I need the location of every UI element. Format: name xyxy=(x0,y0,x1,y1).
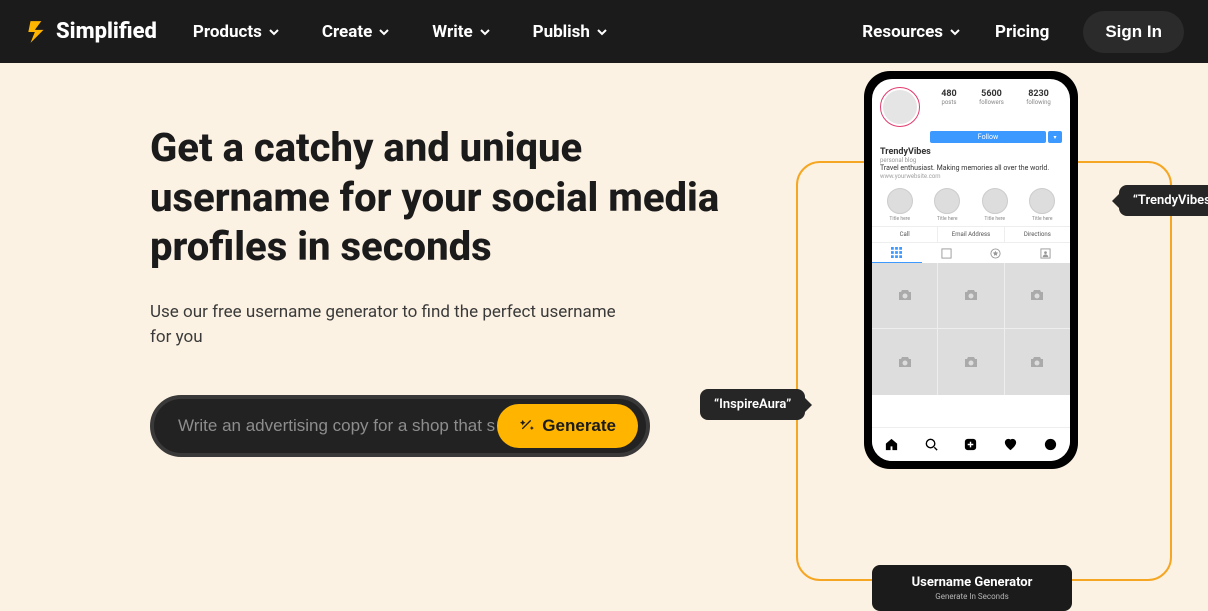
chevron-down-icon xyxy=(596,26,608,38)
phone-illustration: 480posts 5600followers 8230following Fol… xyxy=(772,101,1172,581)
chevron-down-icon xyxy=(949,26,961,38)
page-title: Get a catchy and unique username for you… xyxy=(150,123,720,272)
logo-text: Simplified xyxy=(56,19,157,44)
tagged-tab xyxy=(1021,243,1071,263)
nav-label: Write xyxy=(432,22,472,42)
profile-bio: Travel enthusiast. Making memories all o… xyxy=(872,164,1070,173)
stat-label: posts xyxy=(941,99,957,106)
nav-products[interactable]: Products xyxy=(193,22,280,42)
stat-num: 480 xyxy=(941,89,957,99)
nav-label: Products xyxy=(193,22,262,42)
logo-icon xyxy=(24,19,50,45)
generate-button[interactable]: Generate xyxy=(497,404,638,448)
grid-tab xyxy=(872,243,922,263)
logo[interactable]: Simplified xyxy=(24,19,157,45)
grid-icon xyxy=(891,247,902,258)
search-icon xyxy=(924,437,939,452)
camera-icon xyxy=(897,356,913,369)
star-icon xyxy=(990,248,1001,259)
nav-primary: Products Create Write Publish xyxy=(193,22,608,42)
stat-label: followers xyxy=(979,99,1004,106)
profile-category: personal blog xyxy=(872,157,1070,164)
stat-num: 5600 xyxy=(979,89,1004,99)
star-tab xyxy=(971,243,1021,263)
nav-write[interactable]: Write xyxy=(432,22,490,42)
generate-button-label: Generate xyxy=(542,416,616,436)
hero: Get a catchy and unique username for you… xyxy=(0,63,1208,457)
chevron-down-icon xyxy=(378,26,390,38)
generator-card: Username Generator Generate In Seconds xyxy=(872,565,1072,611)
camera-icon xyxy=(897,289,913,302)
highlight-label: Title here xyxy=(982,216,1008,222)
story-highlights: Title here Title here Title here Title h… xyxy=(872,184,1070,227)
navbar: Simplified Products Create Write Publish… xyxy=(0,0,1208,63)
nav-label: Publish xyxy=(533,22,590,42)
profile-icon xyxy=(1043,437,1058,452)
contact-email: Email Address xyxy=(938,227,1004,242)
stat-label: following xyxy=(1026,99,1051,106)
photo-grid xyxy=(872,263,1070,395)
tooltip-inspireaura: “InspireAura” xyxy=(700,389,805,420)
chevron-down-icon xyxy=(268,26,280,38)
profile-name: TrendyVibes xyxy=(872,147,1070,157)
generator-card-sub: Generate In Seconds xyxy=(872,592,1072,601)
nav-create[interactable]: Create xyxy=(322,22,390,42)
profile-stats: 480posts 5600followers 8230following xyxy=(930,87,1062,127)
nav-label: Resources xyxy=(862,22,943,42)
nav-secondary: Resources Pricing Sign In xyxy=(862,11,1184,53)
camera-icon xyxy=(963,356,979,369)
prompt-input-wrap: Generate xyxy=(150,395,650,457)
follow-caret: ▾ xyxy=(1048,131,1062,143)
contact-directions: Directions xyxy=(1005,227,1070,242)
signin-button[interactable]: Sign In xyxy=(1083,11,1184,53)
contact-row: Call Email Address Directions xyxy=(872,227,1070,243)
nav-label: Pricing xyxy=(995,22,1049,42)
nav-label: Create xyxy=(322,22,372,42)
generator-card-title: Username Generator xyxy=(872,575,1072,590)
stat-num: 8230 xyxy=(1026,89,1051,99)
nav-publish[interactable]: Publish xyxy=(533,22,608,42)
camera-icon xyxy=(963,289,979,302)
magic-wand-icon xyxy=(519,418,534,433)
square-icon xyxy=(941,248,952,259)
camera-icon xyxy=(1029,289,1045,302)
highlight-label: Title here xyxy=(934,216,960,222)
home-icon xyxy=(884,437,899,452)
phone-mockup: 480posts 5600followers 8230following Fol… xyxy=(864,71,1078,469)
add-icon xyxy=(963,437,978,452)
contact-call: Call xyxy=(872,227,938,242)
follow-button: Follow xyxy=(930,131,1046,143)
highlight-label: Title here xyxy=(1029,216,1055,222)
page-subtitle: Use our free username generator to find … xyxy=(150,300,640,351)
camera-icon xyxy=(1029,356,1045,369)
chevron-down-icon xyxy=(479,26,491,38)
hero-content: Get a catchy and unique username for you… xyxy=(150,123,720,457)
list-tab xyxy=(922,243,972,263)
nav-pricing[interactable]: Pricing xyxy=(995,22,1049,42)
prompt-input[interactable] xyxy=(178,416,497,436)
phone-screen: 480posts 5600followers 8230following Fol… xyxy=(872,79,1070,461)
nav-resources[interactable]: Resources xyxy=(862,22,961,42)
heart-icon xyxy=(1003,437,1018,452)
avatar xyxy=(880,87,920,127)
phone-bottom-nav xyxy=(872,427,1070,461)
highlight-label: Title here xyxy=(887,216,913,222)
profile-link: www.yourwebsite.com xyxy=(872,173,1070,184)
person-tag-icon xyxy=(1040,248,1051,259)
profile-tabs xyxy=(872,243,1070,263)
tooltip-trendyvibes: “TrendyVibes” xyxy=(1119,185,1208,216)
